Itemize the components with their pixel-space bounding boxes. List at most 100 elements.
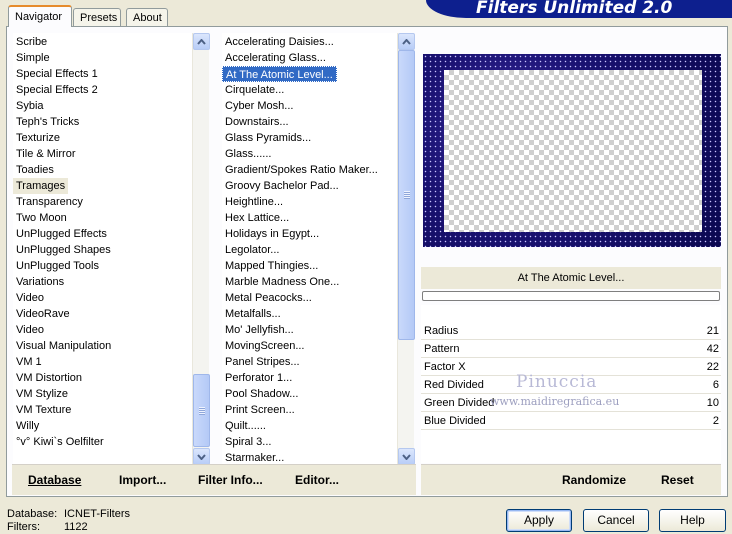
list-item[interactable]: Pool Shadow... <box>222 386 301 402</box>
list-item[interactable]: Sybia <box>13 98 47 114</box>
parameter-name: Radius <box>424 325 459 337</box>
tab-navigator[interactable]: Navigator <box>8 5 72 27</box>
list-item[interactable]: Cyber Mosh... <box>222 98 296 114</box>
list-item[interactable]: Two Moon <box>13 210 70 226</box>
list-item[interactable]: Accelerating Daisies... <box>222 34 337 50</box>
list-item[interactable]: VM 1 <box>13 354 45 370</box>
list-item[interactable]: Transparency <box>13 194 86 210</box>
list-item[interactable]: Glass Pyramids... <box>222 130 314 146</box>
grip-icon <box>198 406 205 415</box>
watermark-site: www.maidiregrafica.eu <box>490 395 620 408</box>
app-title: Filters Unlimited 2.0 <box>476 0 673 18</box>
list-item[interactable]: Accelerating Glass... <box>222 50 329 66</box>
list-item[interactable]: VM Stylize <box>13 386 71 402</box>
list-item[interactable]: Metal Peacocks... <box>222 290 315 306</box>
parameter-value: 42 <box>706 343 719 355</box>
parameter-name: Red Divided <box>424 379 484 391</box>
database-button[interactable]: Database <box>28 473 81 487</box>
editor-button[interactable]: Editor... <box>295 473 339 487</box>
list-item[interactable]: Hex Lattice... <box>222 210 292 226</box>
parameter-name: Green Divided <box>424 397 495 409</box>
list-item[interactable]: Metalfalls... <box>222 306 284 322</box>
filter-info-button[interactable]: Filter Info... <box>198 473 263 487</box>
filter-scrollbar[interactable] <box>397 33 415 465</box>
list-item[interactable]: Mapped Thingies... <box>222 258 321 274</box>
import-button[interactable]: Import... <box>119 473 166 487</box>
list-item[interactable]: Quilt...... <box>222 418 269 434</box>
list-item[interactable]: Legolator... <box>222 242 282 258</box>
filter-list[interactable]: Accelerating Daisies... Accelerating Glas… <box>222 33 400 465</box>
list-item[interactable]: UnPlugged Tools <box>13 258 102 274</box>
scroll-down-button[interactable] <box>398 448 415 465</box>
list-item[interactable]: Holidays in Egypt... <box>222 226 322 242</box>
list-item[interactable]: Teph's Tricks <box>13 114 82 130</box>
list-item[interactable]: Downstairs... <box>222 114 292 130</box>
help-button[interactable]: Help <box>659 509 726 532</box>
list-item[interactable]: VM Texture <box>13 402 74 418</box>
category-list[interactable]: Scribe Simple Special Effects 1 Special Eff… <box>13 33 197 465</box>
list-item[interactable]: Heightline... <box>222 194 286 210</box>
status-area: Database: ICNET-Filters Filters: 1122 <box>7 508 130 534</box>
list-item[interactable]: Special Effects 2 <box>13 82 101 98</box>
randomize-button[interactable]: Randomize <box>562 473 626 487</box>
list-item[interactable]: Cirquelate... <box>222 82 287 98</box>
apply-button[interactable]: Apply <box>506 509 572 532</box>
list-item[interactable]: Gradient/Spokes Ratio Maker... <box>222 162 381 178</box>
app-title-banner: Filters Unlimited 2.0 <box>426 0 732 18</box>
parameter-slider[interactable]: Pattern 42 <box>421 340 721 358</box>
list-item[interactable]: Video <box>13 322 47 338</box>
list-item[interactable]: Video <box>13 290 47 306</box>
category-scrollbar[interactable] <box>192 33 210 465</box>
parameter-slider[interactable]: Radius 21 <box>421 322 721 340</box>
list-item[interactable]: Variations <box>13 274 67 290</box>
list-item[interactable]: Tramages <box>13 178 69 194</box>
scroll-thumb[interactable] <box>398 50 415 340</box>
list-item[interactable]: VideoRave <box>13 306 73 322</box>
list-item[interactable]: Spiral 3... <box>222 434 274 450</box>
list-item[interactable]: Print Screen... <box>222 402 298 418</box>
list-item[interactable]: UnPlugged Shapes <box>13 242 114 258</box>
filter-preview <box>423 54 721 247</box>
cancel-button[interactable]: Cancel <box>583 509 649 532</box>
list-item[interactable]: Perforator 1... <box>222 370 295 386</box>
parameter-name: Blue Divided <box>424 415 486 427</box>
scroll-up-button[interactable] <box>193 33 210 50</box>
list-item[interactable]: Marble Madness One... <box>222 274 342 290</box>
reset-button[interactable]: Reset <box>661 473 694 487</box>
tab-about[interactable]: About <box>126 8 168 26</box>
list-item[interactable]: Tile & Mirror <box>13 146 78 162</box>
list-item[interactable]: Special Effects 1 <box>13 66 101 82</box>
list-item[interactable]: °v° Kiwi`s Oelfilter <box>13 434 107 450</box>
list-item[interactable]: Groovy Bachelor Pad... <box>222 178 342 194</box>
progress-bar <box>422 291 720 301</box>
parameter-slider[interactable]: Blue Divided 2 <box>421 412 721 430</box>
scroll-up-button[interactable] <box>398 33 415 50</box>
list-item[interactable]: VM Distortion <box>13 370 85 386</box>
list-item[interactable]: Visual Manipulation <box>13 338 114 354</box>
navigator-panel: Scribe Simple Special Effects 1 Special Eff… <box>6 26 728 497</box>
parameter-name: Pattern <box>424 343 460 355</box>
list-item[interactable]: Mo' Jellyfish... <box>222 322 297 338</box>
tab-presets[interactable]: Presets <box>73 8 121 26</box>
list-item[interactable]: Simple <box>13 50 53 66</box>
list-item[interactable]: UnPlugged Effects <box>13 226 110 242</box>
list-item[interactable]: Panel Stripes... <box>222 354 303 370</box>
watermark-name: Pinuccia <box>516 372 598 392</box>
list-item[interactable]: Glass...... <box>222 146 274 162</box>
list-item[interactable]: Scribe <box>13 34 50 50</box>
tab-navigator-label: Navigator <box>15 11 63 23</box>
filter-name: At The Atomic Level... <box>517 272 625 284</box>
status-database-value: ICNET-Filters <box>64 508 130 520</box>
list-item[interactable]: Willy <box>13 418 42 434</box>
scroll-down-button[interactable] <box>193 448 210 465</box>
list-item[interactable]: MovingScreen... <box>222 338 307 354</box>
chevron-up-icon <box>197 38 206 45</box>
grip-icon <box>403 191 410 199</box>
parameter-value: 10 <box>706 397 719 409</box>
status-filters-label: Filters: <box>7 521 40 533</box>
list-item[interactable]: Starmaker... <box>222 450 287 465</box>
list-item[interactable]: Texturize <box>13 130 63 146</box>
list-item[interactable]: Toadies <box>13 162 57 178</box>
list-item[interactable]: At The Atomic Level... <box>222 66 337 82</box>
scroll-thumb[interactable] <box>193 374 210 447</box>
